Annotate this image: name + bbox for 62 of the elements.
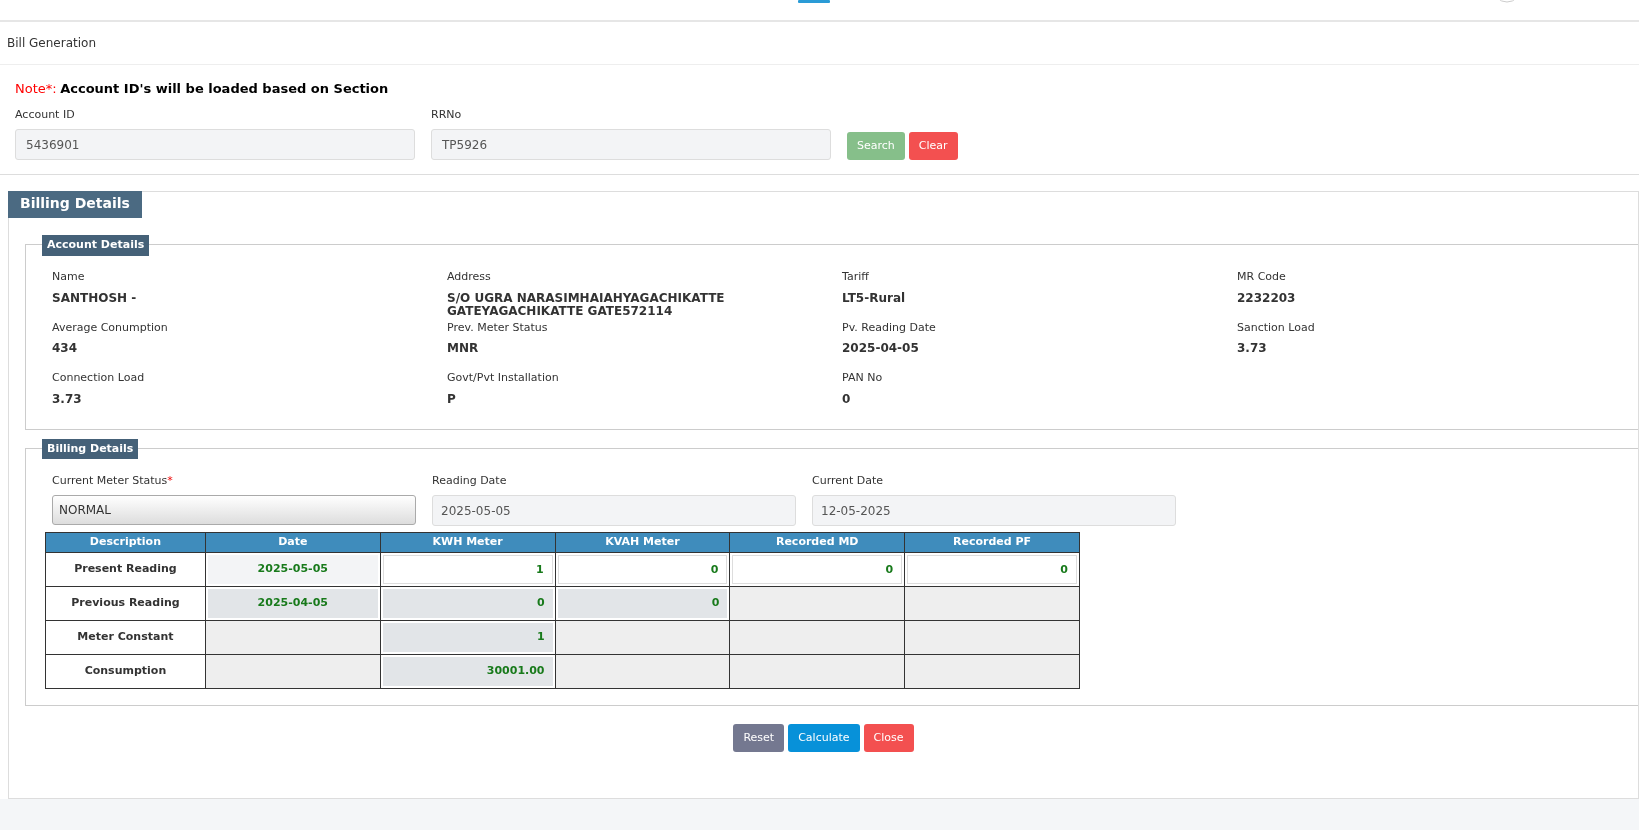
column-header: Recorded PF xyxy=(904,532,1080,552)
column-header: Recorded MD xyxy=(729,532,905,552)
detail-value: 2025-04-05 xyxy=(842,342,920,357)
detail-value: MNR xyxy=(447,342,480,357)
reset-button[interactable]: Reset xyxy=(733,723,785,752)
section-title: Billing Details xyxy=(42,438,139,459)
detail-label: Connection Load xyxy=(52,370,146,386)
detail-label: Tariff xyxy=(842,269,870,285)
detail-label: Prev. Meter Status xyxy=(447,319,549,336)
field-label: RRNo xyxy=(431,106,463,123)
detail-value: 3.73 xyxy=(1237,342,1268,357)
detail-value: S/O UGRA NARASIMHAIAHYAGACHIKATTE GATEYAGACHIKATTE GATE572114 xyxy=(447,291,726,318)
field-label: Account ID xyxy=(15,106,76,123)
table-value: 2025-04-05 xyxy=(207,588,378,618)
dropdown-field[interactable]: NORMAL xyxy=(52,495,416,525)
table-value: 0 xyxy=(557,588,728,618)
section-title: Account Details xyxy=(42,235,150,256)
logo-icon xyxy=(798,0,830,4)
input-field[interactable]: 12-05-2025 xyxy=(812,495,1176,526)
table-value: 0 xyxy=(382,588,553,618)
detail-label: PAN No xyxy=(842,370,884,386)
input-field[interactable]: 0 xyxy=(907,554,1077,584)
detail-value: 2232203 xyxy=(1237,291,1297,307)
input-field[interactable]: 5436901 xyxy=(15,129,415,160)
detail-value: P xyxy=(447,392,457,408)
detail-label: MR Code xyxy=(1237,269,1287,285)
input-field[interactable]: 0 xyxy=(732,554,903,584)
row-label: Previous Reading xyxy=(45,586,206,620)
input-field[interactable]: TP5926 xyxy=(431,129,831,160)
column-header: KWH Meter xyxy=(380,532,556,552)
detail-label: Address xyxy=(447,269,492,285)
detail-value: LT5-Rural xyxy=(842,291,907,307)
detail-value: 0 xyxy=(842,392,852,408)
table-value: 30001.00 xyxy=(382,656,553,686)
row-label: Present Reading xyxy=(45,552,206,586)
detail-value: 434 xyxy=(52,342,79,357)
detail-label: Govt/Pvt Installation xyxy=(447,370,560,386)
field-label: Reading Date xyxy=(432,473,507,487)
table-value: 2025-05-05 xyxy=(207,554,378,584)
row-label: Meter Constant xyxy=(45,620,206,654)
table-value: 1 xyxy=(382,622,553,652)
input-field[interactable]: 0 xyxy=(557,554,728,584)
field-label: Current Date xyxy=(812,473,884,487)
field-label: Current Meter Status* xyxy=(52,473,173,487)
detail-value: 3.73 xyxy=(52,392,83,408)
input-field[interactable]: 2025-05-05 xyxy=(432,495,796,526)
detail-value: SANTHOSH - xyxy=(52,291,138,307)
clear-button[interactable]: Clear xyxy=(908,131,958,160)
detail-label: Name xyxy=(52,269,86,285)
close-button[interactable]: Close xyxy=(863,723,914,752)
column-header: Description xyxy=(45,532,206,552)
page-title: Bill Generation xyxy=(0,22,1639,65)
detail-label: Average Conumption xyxy=(52,319,169,336)
detail-label: Sanction Load xyxy=(1237,319,1316,336)
note-label: Note*: xyxy=(15,81,57,96)
detail-label: Pv. Reading Date xyxy=(842,319,937,336)
note-text: Account ID's will be loaded based on Section xyxy=(60,81,389,96)
input-field[interactable]: 1 xyxy=(382,554,553,584)
column-header: Date xyxy=(205,532,381,552)
row-label: Consumption xyxy=(45,654,206,688)
column-header: KVAH Meter xyxy=(555,532,730,552)
calculate-button[interactable]: Calculate xyxy=(788,723,860,752)
